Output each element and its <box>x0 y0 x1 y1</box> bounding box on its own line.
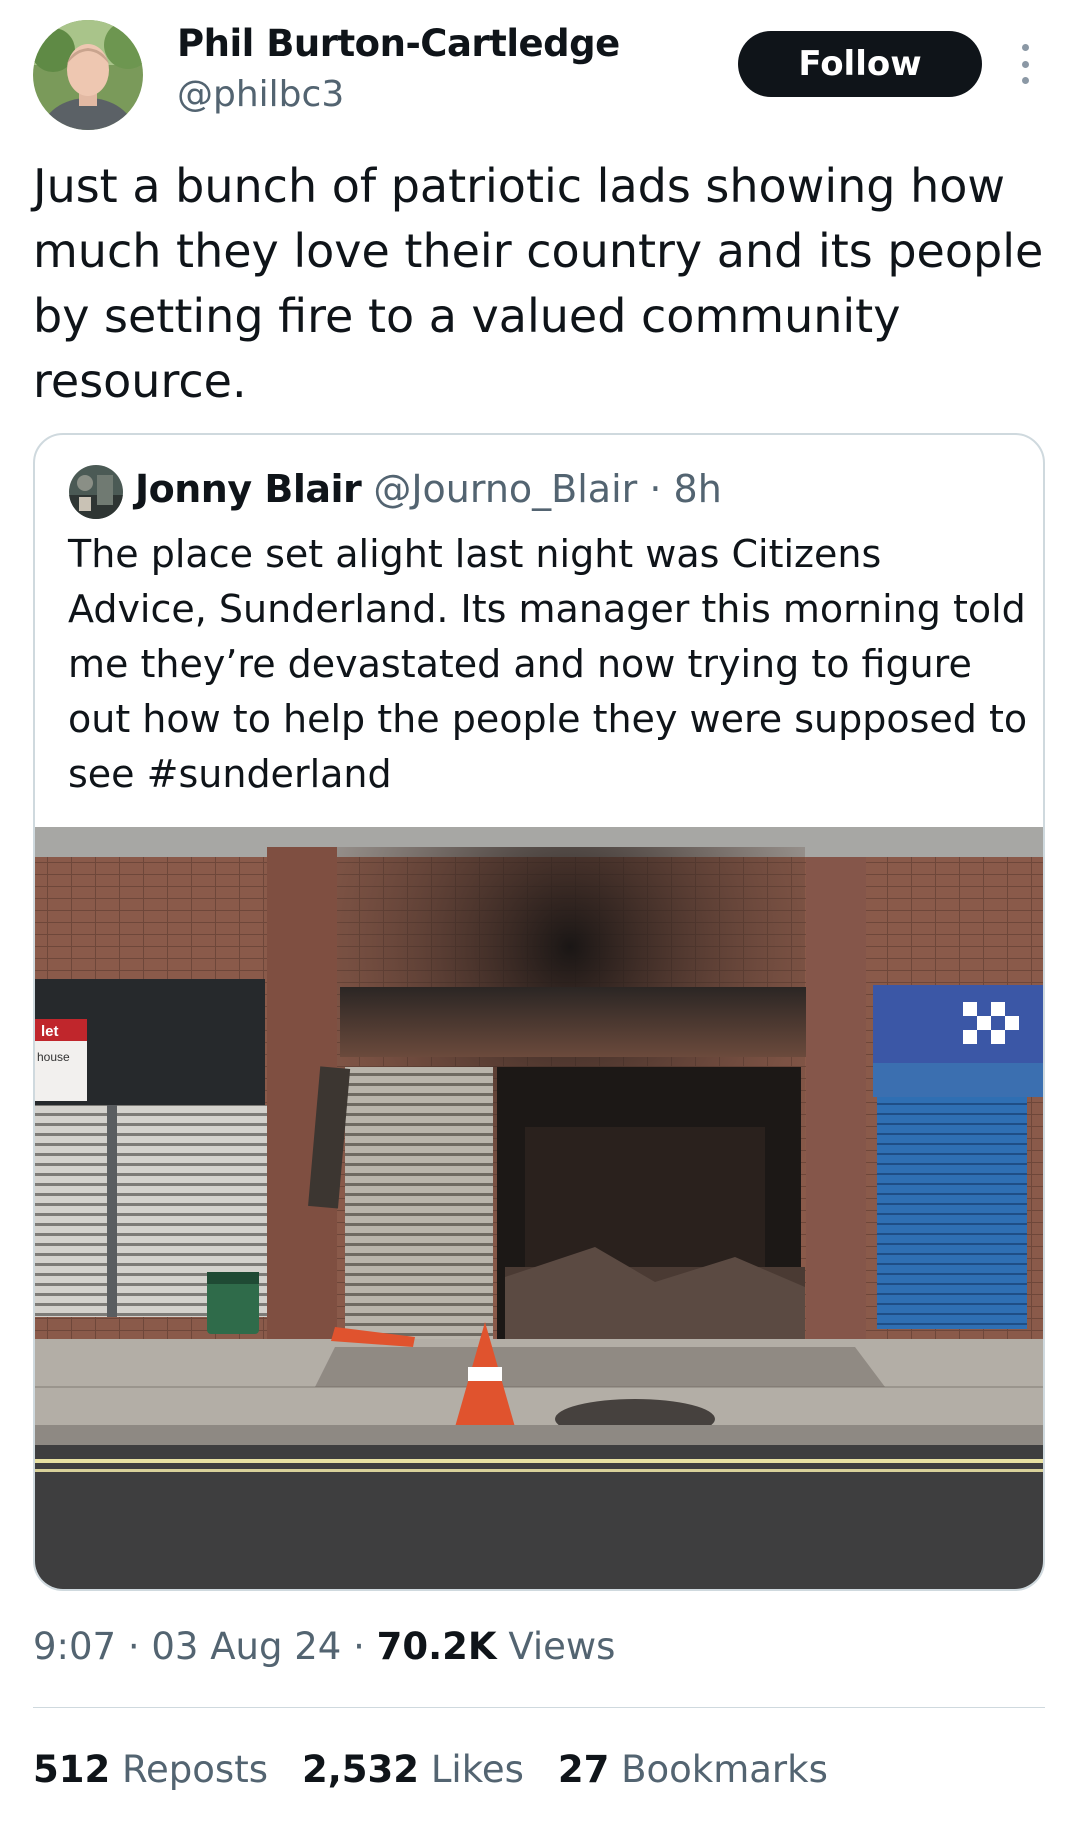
separator: · <box>341 1625 377 1668</box>
follow-button[interactable]: Follow <box>738 31 982 97</box>
more-options-icon[interactable] <box>1012 44 1038 84</box>
quoted-author-handle[interactable]: @Journo_Blair <box>373 467 637 511</box>
likes-stat[interactable]: 2,532 Likes <box>302 1748 524 1791</box>
reposts-label: Reposts <box>122 1748 268 1791</box>
bookmarks-count: 27 <box>557 1748 610 1791</box>
quoted-time[interactable]: 8h <box>674 467 722 511</box>
engagement-stats: 512 Reposts 2,532 Likes 27 Bookmarks <box>33 1748 828 1791</box>
likes-label: Likes <box>430 1748 524 1791</box>
likes-count: 2,532 <box>302 1748 420 1791</box>
meta-separator: · <box>637 467 674 511</box>
time[interactable]: 9:07 <box>33 1625 116 1668</box>
quoted-tweet-image[interactable]: let house <box>35 827 1043 1589</box>
views-label: Views <box>496 1625 616 1668</box>
divider <box>33 1707 1045 1708</box>
author-avatar[interactable] <box>33 20 143 130</box>
sign-house: house <box>37 1050 70 1064</box>
quoted-author-avatar <box>69 465 123 519</box>
dot <box>1021 77 1029 84</box>
author-name[interactable]: Phil Burton-Cartledge <box>177 22 620 65</box>
tweet-header: Phil Burton-Cartledge @philbc3 Follow <box>0 0 1080 140</box>
sign-let: let <box>41 1023 59 1040</box>
separator: · <box>116 1625 152 1668</box>
reposts-count: 512 <box>33 1748 111 1791</box>
quoted-meta: Jonny Blair @Journo_Blair · 8h <box>135 467 722 511</box>
bookmarks-label: Bookmarks <box>621 1748 828 1791</box>
tweet-timestamp: 9:07 · 03 Aug 24 · 70.2K Views <box>33 1625 615 1668</box>
date[interactable]: 03 Aug 24 <box>151 1625 341 1668</box>
bookmarks-stat[interactable]: 27 Bookmarks <box>558 1748 828 1791</box>
reposts-stat[interactable]: 512 Reposts <box>33 1748 268 1791</box>
quoted-author-name[interactable]: Jonny Blair <box>135 467 362 511</box>
views-count: 70.2K <box>376 1625 497 1668</box>
author-handle[interactable]: @philbc3 <box>177 74 344 115</box>
dot <box>1021 44 1029 51</box>
quoted-tweet-text: The place set alight last night was Citi… <box>68 532 1028 796</box>
dot <box>1021 60 1029 68</box>
tweet-text: Just a bunch of patriotic lads showing h… <box>33 159 1044 408</box>
quoted-tweet[interactable]: Jonny Blair @Journo_Blair · 8h The place… <box>33 433 1045 1591</box>
